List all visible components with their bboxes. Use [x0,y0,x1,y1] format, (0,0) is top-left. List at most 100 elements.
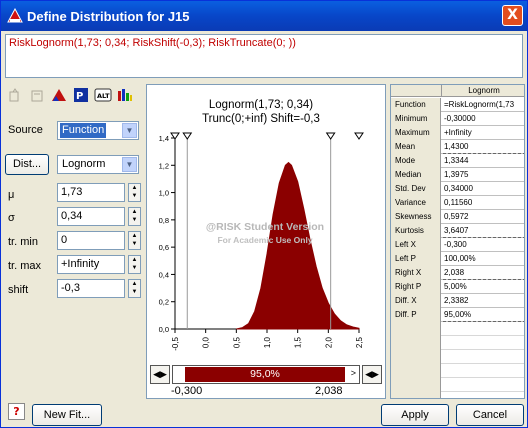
paste-icon[interactable] [27,84,47,106]
slider-left-value: -0,300 [171,385,203,397]
param-trmax-label: tr. max [8,260,42,272]
stats-row-value[interactable]: 0,11560 [443,196,524,210]
stats-row-value[interactable]: 2,038 [443,266,524,280]
chart-subtitle: Trunc(0;+inf) Shift=-0,3 [202,113,320,125]
source-value: Function [60,123,107,138]
window-title: Define Distribution for J15 [27,9,190,24]
chart-panel: Lognorm(1,73; 0,34) Trunc(0;+inf) Shift=… [146,84,386,399]
stats-row-value[interactable]: 3,6407 [443,224,524,238]
stats-row[interactable]: Maximum +Infinity [391,126,524,140]
stats-row-value[interactable]: -0,300 [443,238,524,252]
stats-row-value[interactable]: -0,30000 [443,112,524,126]
param-trmin-spinner[interactable]: ▲ ▼ [128,231,141,250]
stats-row-value[interactable]: =RiskLognorm(1,73 [443,98,524,112]
stats-row-label: Diff. P [391,308,441,322]
param-trmin-input[interactable]: 0 [57,231,125,250]
bar-chart-icon[interactable] [115,84,135,106]
toolbar: P ALT [5,84,141,108]
stats-row-label: Minimum [391,112,441,126]
new-fit-button[interactable]: New Fit... [32,404,102,426]
y-tick-label: 1,0 [159,189,169,198]
cancel-button[interactable]: Cancel [456,404,524,426]
x-tick-label: 0,0 [202,336,211,348]
stats-row[interactable]: Function =RiskLognorm(1,73 [391,98,524,112]
param-trmax-spinner[interactable]: ▲ ▼ [128,255,141,274]
param-mu-spinner[interactable]: ▲ ▼ [128,183,141,202]
copy-icon[interactable] [5,84,25,106]
stats-row[interactable]: Diff. X 2,3382 [391,294,524,308]
stats-row-value[interactable]: 1,3344 [443,154,524,168]
stats-row[interactable]: Right X 2,038 [391,266,524,280]
stats-header-row: Lognorm [391,85,524,97]
alt-param-label: ALT [97,92,110,100]
chart-title: Lognorm(1,73; 0,34) [209,99,313,111]
stats-row[interactable]: Skewness 0,5972 [391,210,524,224]
help-icon[interactable]: ? [8,403,25,420]
stats-row-label: Maximum [391,126,441,140]
stats-row-label: Mode [391,154,441,168]
stats-row[interactable]: Right P 5,00% [391,280,524,294]
distribution-value: Lognorm [62,158,106,170]
delimiter-handle [325,132,336,140]
stats-row[interactable]: Diff. P 95,00% [391,308,524,322]
stats-empty-row [391,364,524,378]
stats-row[interactable]: Median 1,3975 [391,168,524,182]
statistics-grid: Lognorm Function =RiskLognorm(1,73 Minimum… [390,84,525,399]
stats-row[interactable]: Variance 0,11560 [391,196,524,210]
stats-row-value[interactable]: 1,3975 [443,168,524,182]
stats-row-value[interactable]: 100,00% [443,252,524,266]
slider-track[interactable]: 95,0% > [172,365,360,384]
stats-row[interactable]: Left P 100,00% [391,252,524,266]
stats-column-header: Lognorm [441,85,524,97]
watermark-line1: @RISK Student Version [206,221,324,233]
param-mu-label: μ [8,189,15,201]
stats-row-value[interactable]: 5,00% [443,280,524,294]
stats-row[interactable]: Mean 1,4300 [391,140,524,154]
chevron-down-icon[interactable]: ▼ [122,157,137,172]
source-select[interactable]: Function ▼ [57,121,139,140]
param-shift-label: shift [8,284,29,296]
stats-row[interactable]: Mode 1,3344 [391,154,524,168]
stats-row[interactable]: Left X -0,300 [391,238,524,252]
distribution-chart: Lognorm(1,73; 0,34) Trunc(0;+inf) Shift=… [159,99,364,351]
param-shift-input[interactable]: -0,3 [57,279,125,298]
param-trmax-input[interactable]: +Infinity [57,255,125,274]
stats-row-value[interactable]: 95,00% [443,308,524,322]
dist-button[interactable]: Dist... [5,154,49,175]
right-slider-arrows-icon[interactable]: ◀▶ [362,365,382,384]
dist-fit-icon[interactable]: P [71,84,91,106]
slider-range-bar[interactable]: 95,0% [185,367,345,382]
close-button[interactable]: X [502,5,523,26]
stats-row-value[interactable]: +Infinity [443,126,524,140]
alt-param-icon[interactable]: ALT [93,84,113,106]
left-slider-arrows-icon[interactable]: ◀▶ [150,365,170,384]
stats-row-value[interactable]: 0,34000 [443,182,524,196]
stats-row-label: Std. Dev [391,182,441,196]
stats-row[interactable]: Kurtosis 3,6407 [391,224,524,238]
watermark-line2: For Academic Use Only [217,235,312,245]
triangle-icon[interactable] [49,84,69,106]
stats-empty-row-label [391,378,441,392]
y-tick-label: 0,6 [159,243,169,252]
stats-row[interactable]: Std. Dev 0,34000 [391,182,524,196]
stats-row-value[interactable]: 2,3382 [443,294,524,308]
stats-row-label: Right X [391,266,441,280]
stats-row-label: Left P [391,252,441,266]
stats-row-label: Mean [391,140,441,154]
chevron-down-icon[interactable]: ▼ [122,123,137,138]
param-shift-spinner[interactable]: ▲ ▼ [128,279,141,298]
probability-slider[interactable]: ◀▶ 95,0% > ◀▶ [150,365,382,384]
stats-row-value[interactable]: 1,4300 [443,140,524,154]
formula-field[interactable]: RiskLognorm(1,73; 0,34; RiskShift(-0,3);… [5,34,523,78]
density-area [236,161,360,330]
stats-row-label: Skewness [391,210,441,224]
param-sigma-spinner[interactable]: ▲ ▼ [128,207,141,226]
stats-row-label: Median [391,168,441,182]
apply-button[interactable]: Apply [381,404,449,426]
distribution-select[interactable]: Lognorm ▼ [57,155,139,174]
stats-row[interactable]: Minimum -0,30000 [391,112,524,126]
param-sigma-input[interactable]: 0,34 [57,207,125,226]
param-mu-input[interactable]: 1,73 [57,183,125,202]
title-bar[interactable]: Define Distribution for J15 X [1,1,527,31]
stats-row-value[interactable]: 0,5972 [443,210,524,224]
